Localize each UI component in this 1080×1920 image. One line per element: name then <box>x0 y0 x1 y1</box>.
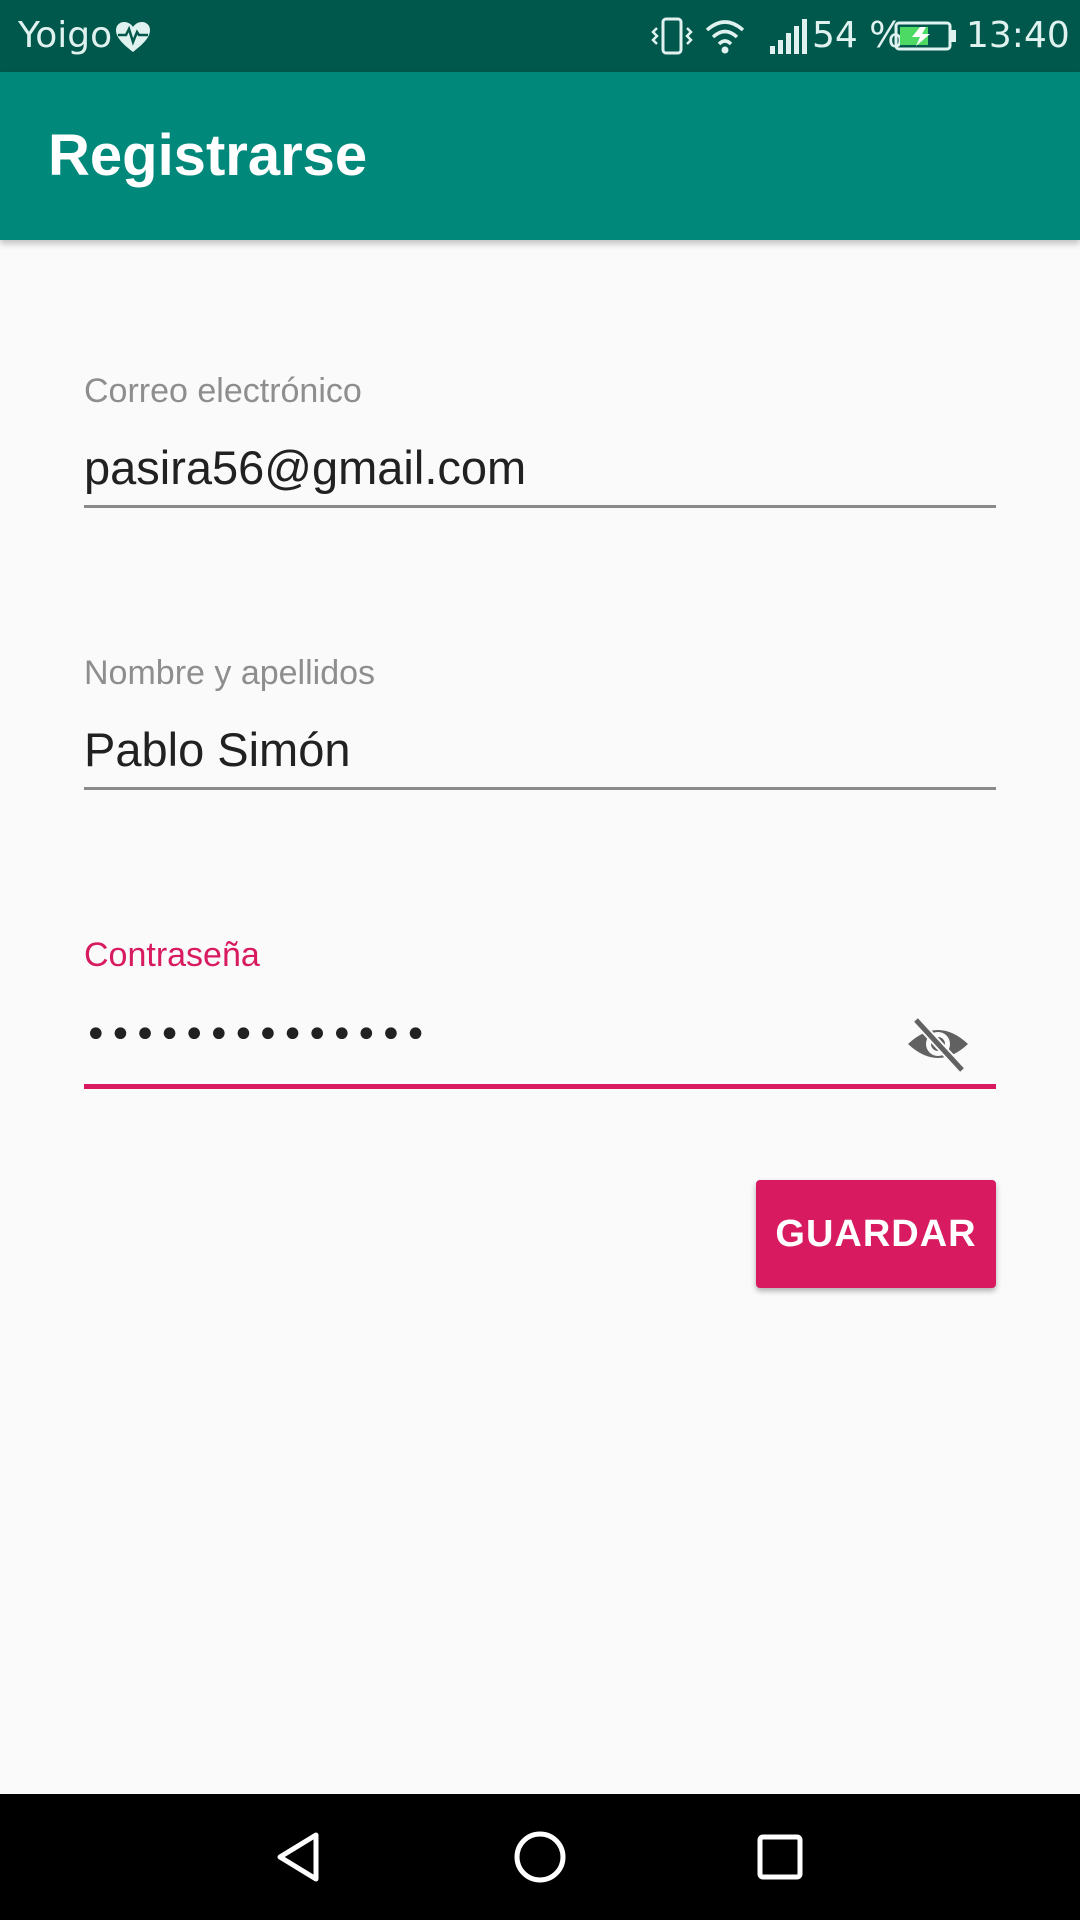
status-bar: Yoigo 54 % 13:40 <box>0 0 1080 72</box>
clock: 13:40 <box>966 15 1070 56</box>
app-bar: Registrarse <box>0 72 1080 240</box>
email-field[interactable]: Correo electrónico pasira56@gmail.com <box>84 372 996 512</box>
back-icon[interactable] <box>264 1821 336 1893</box>
navigation-bar <box>0 1794 1080 1920</box>
vibrate-icon <box>651 17 693 55</box>
battery-charging-icon <box>894 21 956 51</box>
battery-percent: 54 % <box>812 15 904 56</box>
password-field[interactable]: Contraseña •••••••••••••• <box>84 936 996 1096</box>
signal-icon <box>770 19 807 54</box>
name-underline <box>84 787 996 790</box>
save-button[interactable]: GUARDAR <box>756 1180 996 1288</box>
wifi-icon <box>705 20 745 54</box>
email-label: Correo electrónico <box>84 372 362 410</box>
visibility-off-icon[interactable] <box>904 1014 972 1074</box>
home-icon[interactable] <box>504 1821 576 1893</box>
email-input[interactable]: pasira56@gmail.com <box>84 440 526 495</box>
page-title: Registrarse <box>48 123 368 188</box>
recents-icon[interactable] <box>744 1821 816 1893</box>
password-label: Contraseña <box>84 936 260 974</box>
name-label: Nombre y apellidos <box>84 654 376 692</box>
name-field[interactable]: Nombre y apellidos Pablo Simón <box>84 654 996 794</box>
carrier-name: Yoigo <box>18 15 113 56</box>
name-input[interactable]: Pablo Simón <box>84 722 351 777</box>
heart-monitor-icon <box>116 22 150 52</box>
password-underline <box>84 1084 996 1089</box>
email-underline <box>84 505 996 508</box>
password-input[interactable]: •••••••••••••• <box>84 1012 428 1058</box>
